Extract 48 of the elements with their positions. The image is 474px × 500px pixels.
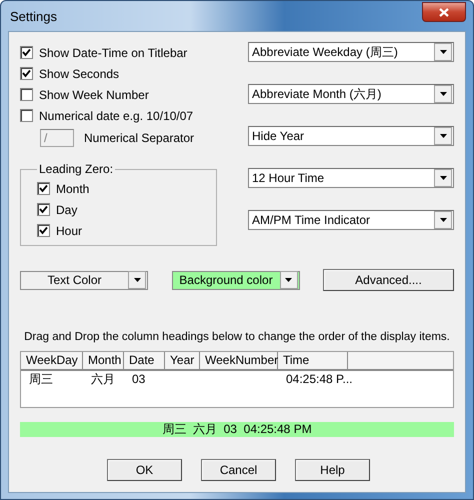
checkbox[interactable] [20,46,33,59]
color-picker[interactable]: Background color [172,270,300,290]
dropdown-arrow-icon [440,176,446,180]
checkbox-label: Show Week Number [39,88,149,102]
close-icon [439,8,449,16]
dialog-button[interactable]: Help [295,459,370,481]
preview-bar: 周三 六月 03 04:25:48 PM [20,422,454,437]
checkbox-label: Show Date-Time on Titlebar [39,46,188,60]
dropdown[interactable]: Abbreviate Weekday (周三) [248,42,454,62]
checkbox[interactable] [37,182,50,195]
table-cell-text: 周三 [28,371,54,388]
dialog-button[interactable]: Cancel [201,459,276,481]
checkbox-label: Show Seconds [39,66,120,80]
dropdown[interactable]: Abbreviate Month (六月) [248,84,454,104]
dialog-button[interactable]: OK [107,459,182,481]
table-cell-text: 03 [131,371,146,388]
checkbox[interactable] [20,67,33,80]
column-header[interactable]: Time [278,352,348,369]
instruction-text: Drag and Drop the column headings below to change the order of the display items. [23,331,451,343]
checkbox-label: Hour [56,224,82,238]
checkbox-label: Day [56,202,78,216]
dropdown-arrow-icon [134,278,140,282]
window-title: Settings [9,8,57,24]
checkbox[interactable] [37,224,50,237]
table-cell-text: 六月 [90,371,116,388]
color-picker[interactable]: Text Color [20,270,148,290]
column-header[interactable]: Year [165,352,200,369]
column-header[interactable]: WeekNumber [200,352,278,369]
dropdown-arrow-icon [440,218,446,222]
close-button[interactable] [422,2,466,22]
column-header[interactable]: Month [83,352,124,369]
checkbox-label: Month [56,182,90,196]
dropdown-arrow-icon [440,134,446,138]
checkbox-label: Numerical date e.g. 10/10/07 [39,108,194,122]
dropdown[interactable]: 12 Hour Time [248,168,454,188]
column-header[interactable]: WeekDay [21,352,83,369]
group-title: Leading Zero: [38,162,114,176]
field-label: Numerical Separator [84,131,194,145]
dropdown-arrow-icon [440,92,446,96]
dropdown[interactable]: AM/PM Time Indicator [248,210,454,230]
checkbox[interactable] [20,109,33,122]
checkbox[interactable] [37,203,50,216]
dropdown[interactable]: Hide Year [248,126,454,146]
dropdown-arrow-icon [440,50,446,54]
advanced-button[interactable]: Advanced.... [323,269,454,291]
column-header[interactable]: Date [124,352,165,369]
checkbox[interactable] [20,88,33,101]
dropdown-arrow-icon [285,278,292,282]
